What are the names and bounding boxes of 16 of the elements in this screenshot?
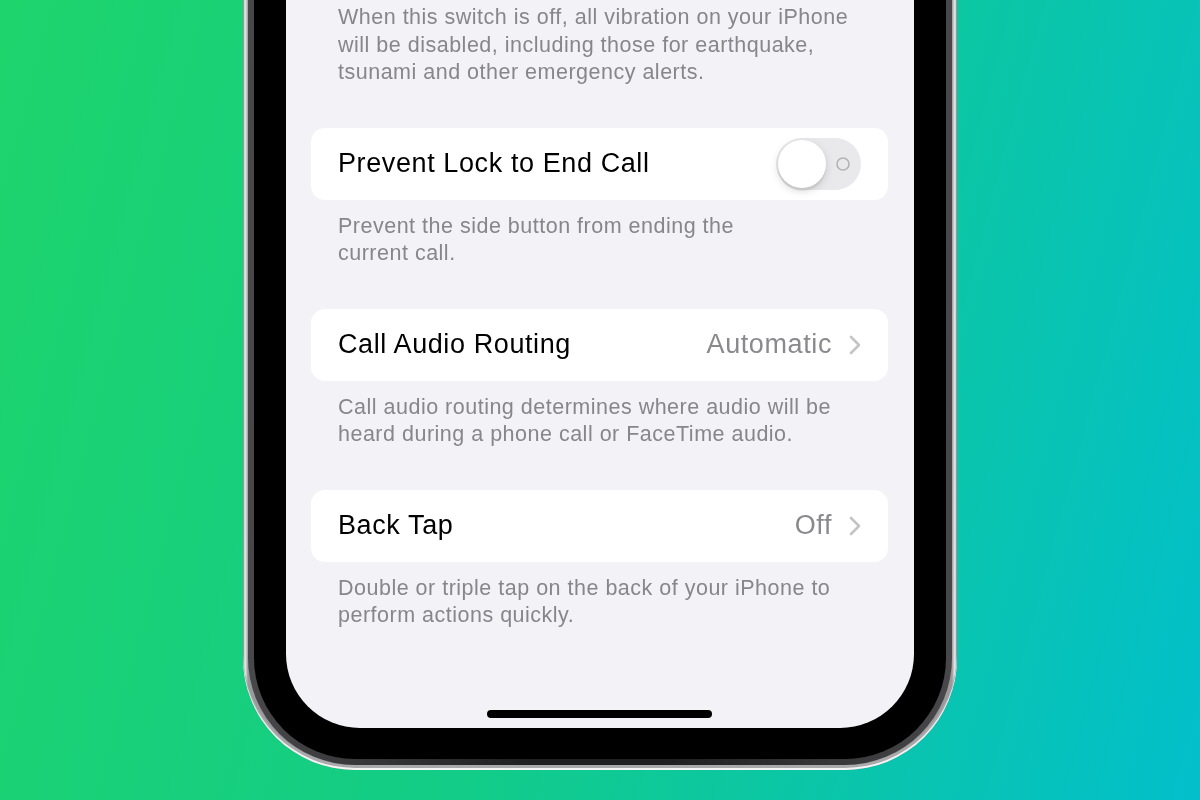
- chevron-icon: [849, 334, 861, 355]
- row-value: Automatic: [706, 329, 832, 360]
- settings-row[interactable]: Back Tap Off: [311, 489, 888, 562]
- footer-text: When this switch is off, all vibration on your iPhone will be disabled, including those for earthquake, tsunami and other emergency alerts.: [337, 4, 850, 86]
- footer-text: Call audio routing determines where audio will be heard during a phone call or FaceTime audio.: [337, 393, 832, 448]
- footer-text: Double or triple tap on the back of your iPhone to perform actions quickly.: [337, 574, 832, 629]
- settings-row[interactable]: Call Audio Routing Automatic: [311, 308, 888, 381]
- home-indicator[interactable]: [487, 710, 712, 718]
- row-label: Back Tap: [338, 510, 455, 541]
- toggle-switch[interactable]: [776, 137, 861, 190]
- footer-text: Prevent the side button from ending the current call.: [337, 212, 735, 267]
- ring-icon: [835, 156, 850, 171]
- row-label: Prevent Lock to End Call: [338, 148, 651, 179]
- row-value: Off: [794, 510, 832, 541]
- chevron-icon: [849, 515, 861, 536]
- row-label: Call Audio Routing: [338, 329, 572, 360]
